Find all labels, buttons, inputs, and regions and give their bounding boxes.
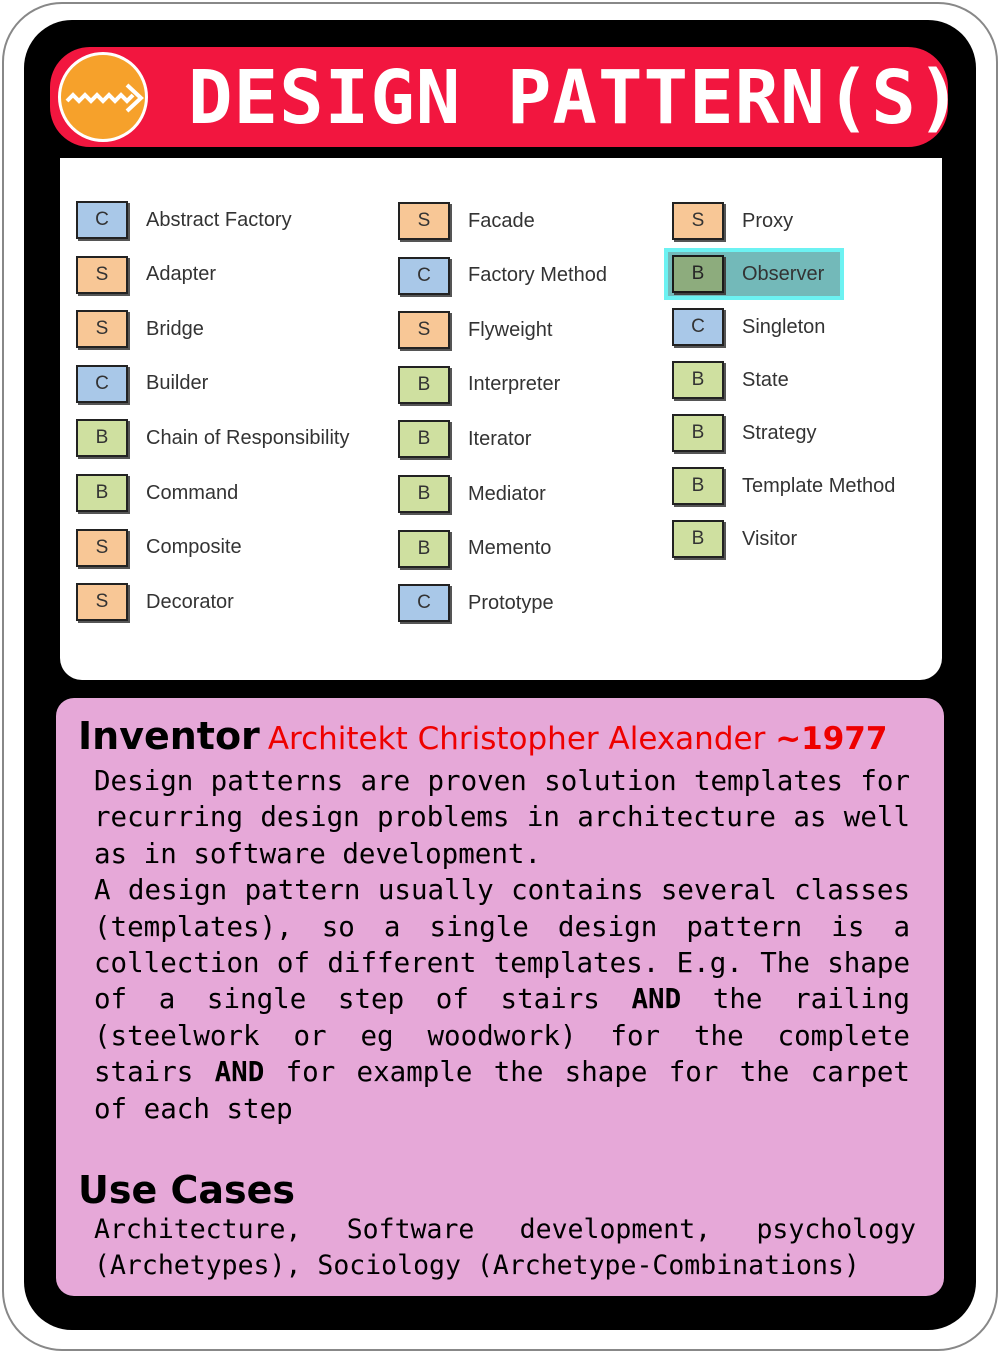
pattern-name: Mediator bbox=[468, 482, 546, 505]
pattern-item-memento: B Memento bbox=[398, 529, 551, 569]
pattern-item-template-method: B Template Method bbox=[672, 466, 895, 506]
pattern-name: Strategy bbox=[742, 421, 817, 444]
pattern-item-builder: C Builder bbox=[76, 364, 208, 404]
pattern-item-bridge: S Bridge bbox=[76, 309, 204, 349]
pattern-name: Observer bbox=[742, 262, 825, 285]
pattern-name: Command bbox=[146, 481, 239, 504]
pattern-item-state: B State bbox=[672, 360, 789, 400]
pattern-item-abstract-factory: C Abstract Factory bbox=[76, 200, 292, 240]
inventor-name: Architekt Christopher Alexander bbox=[267, 721, 776, 757]
pattern-category-badge: B bbox=[398, 529, 450, 568]
pattern-category-badge: B bbox=[672, 255, 724, 293]
pattern-item-adapter: S Adapter bbox=[76, 255, 216, 295]
pattern-category-badge: S bbox=[76, 528, 128, 567]
pattern-name: State bbox=[742, 368, 789, 391]
pattern-category-badge: S bbox=[76, 310, 128, 349]
zigzag-arrow-icon bbox=[58, 52, 148, 142]
pattern-item-proxy: S Proxy bbox=[672, 201, 793, 241]
pattern-category-badge: C bbox=[76, 201, 128, 239]
pattern-name: Template Method bbox=[742, 474, 896, 497]
description-emphasis: AND bbox=[631, 983, 682, 1016]
pattern-item-visitor: B Visitor bbox=[672, 519, 797, 559]
pattern-item-flyweight: S Flyweight bbox=[398, 310, 552, 350]
pattern-name: Builder bbox=[146, 372, 209, 395]
pattern-item-strategy: B Strategy bbox=[672, 413, 816, 453]
description-paragraph-1: Design patterns are proven solution temp… bbox=[94, 765, 910, 870]
description-emphasis: AND bbox=[214, 1056, 265, 1089]
pattern-name: Adapter bbox=[146, 263, 217, 286]
pattern-category-badge: S bbox=[398, 311, 450, 350]
pattern-name: Memento bbox=[468, 537, 552, 560]
pattern-item-observer: B Observer bbox=[672, 254, 824, 294]
pattern-name: Bridge bbox=[146, 317, 204, 340]
pattern-category-badge: S bbox=[76, 255, 128, 294]
inventor-line: Inventor Architekt Christopher Alexander … bbox=[78, 714, 887, 758]
pattern-item-singleton: C Singleton bbox=[672, 307, 825, 347]
use-cases-label: Use Cases bbox=[78, 1168, 296, 1212]
pattern-category-badge: B bbox=[672, 414, 724, 452]
pattern-category-badge: B bbox=[398, 420, 450, 459]
pattern-category-badge: B bbox=[672, 467, 724, 505]
pattern-item-command: B Command bbox=[76, 473, 238, 513]
pattern-name: Chain of Responsibility bbox=[146, 426, 350, 449]
pattern-item-decorator: S Decorator bbox=[76, 582, 234, 622]
inventor-label: Inventor bbox=[78, 714, 260, 758]
use-cases-text: Architecture, Software development, psyc… bbox=[94, 1212, 916, 1283]
inventor-year: ~1977 bbox=[775, 721, 888, 757]
pattern-category-badge: S bbox=[76, 583, 128, 622]
pattern-name: Proxy bbox=[742, 209, 794, 232]
pattern-name: Factory Method bbox=[468, 264, 607, 287]
pattern-category-badge: C bbox=[672, 308, 724, 346]
pattern-category-badge: C bbox=[398, 256, 450, 295]
pattern-category-badge: B bbox=[398, 475, 450, 513]
pattern-category-badge: C bbox=[398, 584, 450, 623]
description-paragraph-2: A design pattern usually contains severa… bbox=[94, 872, 910, 1127]
pattern-category-badge: B bbox=[672, 361, 724, 399]
pattern-name: Iterator bbox=[468, 427, 532, 450]
pattern-name: Decorator bbox=[146, 590, 234, 613]
pattern-item-facade: S Facade bbox=[398, 201, 535, 241]
pattern-item-iterator: B Iterator bbox=[398, 419, 531, 459]
pattern-category-badge: S bbox=[398, 202, 450, 240]
pattern-name: Singleton bbox=[742, 315, 826, 338]
pattern-category-badge: B bbox=[76, 474, 128, 512]
pattern-category-badge: B bbox=[76, 419, 128, 458]
pattern-item-prototype: C Prototype bbox=[398, 583, 554, 623]
pattern-item-mediator: B Mediator bbox=[398, 474, 546, 514]
pattern-category-badge: C bbox=[76, 364, 128, 403]
pattern-item-composite: S Composite bbox=[76, 528, 242, 568]
pattern-item-factory-method: C Factory Method bbox=[398, 256, 607, 296]
pattern-name: Composite bbox=[146, 536, 242, 559]
pattern-category-badge: B bbox=[398, 365, 450, 404]
pattern-name: Visitor bbox=[742, 527, 798, 550]
pattern-name: Facade bbox=[468, 209, 535, 232]
pattern-item-interpreter: B Interpreter bbox=[398, 365, 560, 405]
pattern-name: Prototype bbox=[468, 591, 554, 614]
description: Design patterns are proven solution temp… bbox=[94, 763, 910, 1127]
pattern-item-chain-of-responsibility: B Chain of Responsibility bbox=[76, 418, 349, 458]
page-title: DESIGN PATTERN(S) bbox=[188, 55, 963, 141]
pattern-name: Abstract Factory bbox=[146, 208, 292, 231]
pattern-category-badge: S bbox=[672, 202, 724, 240]
pattern-category-badge: B bbox=[672, 520, 724, 558]
pattern-name: Interpreter bbox=[468, 373, 561, 396]
pattern-name: Flyweight bbox=[468, 318, 553, 341]
use-cases-paragraph: Architecture, Software development, psyc… bbox=[94, 1214, 916, 1281]
